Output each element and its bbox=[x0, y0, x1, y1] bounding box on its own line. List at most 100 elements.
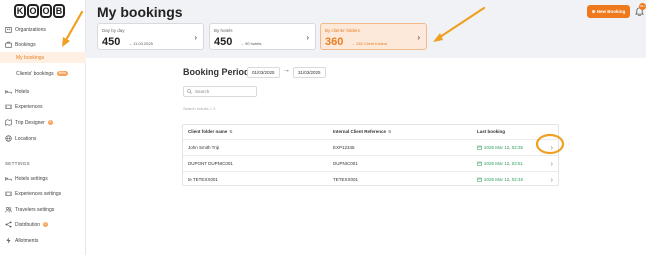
page-title: My bookings bbox=[97, 4, 183, 20]
search-icon bbox=[187, 89, 192, 94]
sidebar-item-distribution[interactable]: Distribution 0 bbox=[0, 219, 86, 230]
sidebar-item-label: Experiences bbox=[15, 103, 43, 110]
ticket-icon bbox=[5, 103, 12, 110]
arrow-right-icon: → bbox=[283, 67, 290, 74]
sidebar-item-my-bookings[interactable]: My bookings bbox=[0, 52, 86, 63]
lightning-icon bbox=[5, 237, 12, 244]
sidebar-item-experiences[interactable]: Experiences bbox=[0, 101, 86, 112]
globe-icon bbox=[5, 135, 12, 142]
card-day-by-day[interactable]: Day by day 450 → 11.03.2025 › bbox=[97, 23, 204, 50]
sort-icon: ⇅ bbox=[388, 129, 392, 134]
sidebar-item-bookings[interactable]: Bookings bbox=[0, 39, 86, 50]
search-placeholder: Search bbox=[195, 89, 210, 94]
column-header-label: Last booking bbox=[477, 129, 505, 134]
sidebar-item-locations[interactable]: Locations bbox=[0, 133, 86, 144]
sidebar-item-label: My bookings bbox=[16, 54, 45, 61]
sort-icon: ⇅ bbox=[229, 129, 233, 134]
sidebar-item-trip-designer[interactable]: Trip Designer 0 bbox=[0, 117, 86, 128]
start-date-field[interactable]: 01/03/2025 bbox=[247, 67, 280, 78]
chevron-right-icon: › bbox=[417, 33, 420, 42]
logo-letter: O bbox=[40, 4, 52, 18]
column-header-label: Internal Client Reference bbox=[333, 129, 387, 134]
column-header-last-booking: Last booking bbox=[477, 129, 505, 134]
chevron-right-icon[interactable]: › bbox=[550, 159, 553, 168]
card-by-hotels[interactable]: By hotels 450 → 90 hotels › bbox=[209, 23, 316, 50]
client-folder-name: John Smith Trip bbox=[188, 145, 220, 150]
last-booking: 2025 Mar 12, 02:35 bbox=[477, 145, 523, 150]
booking-period-title: Booking Period bbox=[183, 67, 250, 77]
column-header-label: Client folder name bbox=[188, 129, 228, 134]
card-subtext: → 90 hotels bbox=[240, 41, 262, 46]
annotation-arrowhead bbox=[433, 33, 443, 42]
sidebar: K O O B Organizations Bookings My bookin… bbox=[0, 0, 86, 255]
last-booking-date: 2025 Mar 12, 02:51 bbox=[484, 161, 524, 166]
sidebar-item-clients-bookings[interactable]: Clients' bookings Bêta bbox=[0, 68, 86, 79]
users-icon bbox=[5, 206, 12, 213]
card-by-clients-folders[interactable]: By clients' folders 360 → 345 Client fol… bbox=[320, 23, 427, 50]
sidebar-item-label: Hotels bbox=[15, 88, 30, 95]
sidebar-item-label: Experiences settings bbox=[15, 190, 62, 197]
card-subtext: → 11.03.2025 bbox=[128, 41, 153, 46]
card-label: By hotels bbox=[214, 28, 233, 33]
chevron-right-icon[interactable]: › bbox=[550, 175, 553, 184]
card-label: By clients' folders bbox=[325, 28, 360, 33]
calendar-icon bbox=[477, 145, 482, 150]
search-input[interactable]: Search bbox=[183, 86, 257, 97]
logo-letter: B bbox=[53, 4, 65, 18]
end-date-field[interactable]: 31/03/2025 bbox=[293, 67, 326, 78]
calendar-icon bbox=[477, 177, 482, 182]
koob-logo[interactable]: K O O B bbox=[14, 4, 65, 18]
column-header-internal-ref[interactable]: Internal Client Reference ⇅ bbox=[333, 129, 391, 134]
count-badge: 0 bbox=[47, 120, 53, 125]
logo-letter: K bbox=[14, 4, 26, 18]
bookings-table: Client folder name ⇅ Internal Client Ref… bbox=[182, 124, 559, 186]
card-value: 450 bbox=[214, 36, 233, 48]
last-booking-date: 2025 Mar 12, 02:35 bbox=[484, 145, 524, 150]
table-row[interactable]: John Smith Trip EXP12345 2025 Mar 12, 02… bbox=[183, 139, 558, 155]
share-icon bbox=[5, 221, 12, 228]
map-icon bbox=[5, 119, 12, 126]
card-label: Day by day bbox=[102, 28, 125, 33]
sidebar-item-organizations[interactable]: Organizations bbox=[0, 24, 86, 35]
last-booking: 2025 Mar 12, 02:46 bbox=[477, 177, 523, 182]
calendar-icon bbox=[477, 161, 482, 166]
sidebar-item-label: Organizations bbox=[15, 26, 46, 33]
bed-icon bbox=[5, 88, 12, 95]
sidebar-item-label: Travelers settings bbox=[15, 206, 55, 213]
internal-ref: EXP12345 bbox=[333, 145, 355, 150]
sidebar-item-label: Hotels settings bbox=[15, 175, 48, 182]
card-subtext: → 345 Client folders bbox=[351, 41, 388, 46]
chevron-right-icon[interactable]: › bbox=[550, 143, 553, 152]
chevron-right-icon: › bbox=[194, 33, 197, 42]
sidebar-item-label: Locations bbox=[15, 135, 37, 142]
beta-badge: Bêta bbox=[56, 71, 68, 76]
sidebar-item-allotments[interactable]: Allotments bbox=[0, 235, 86, 246]
notification-badge: 99+ bbox=[639, 3, 646, 10]
sidebar-item-label: Allotments bbox=[15, 237, 39, 244]
client-folder-name: te TETEXX001 bbox=[188, 177, 218, 182]
briefcase-icon bbox=[5, 41, 12, 48]
card-value: 360 bbox=[325, 36, 344, 48]
sidebar-item-hotels-settings[interactable]: Hotels settings bbox=[0, 173, 86, 184]
chevron-right-icon: › bbox=[306, 33, 309, 42]
table-row[interactable]: te TETEXX001 TETEXX001 2025 Mar 12, 02:4… bbox=[183, 171, 558, 187]
column-header-client-folder[interactable]: Client folder name ⇅ bbox=[188, 129, 233, 134]
sidebar-item-label: Bookings bbox=[15, 41, 36, 48]
new-booking-button[interactable]: ⊕ New Booking bbox=[587, 5, 630, 18]
logo-letter: O bbox=[27, 4, 39, 18]
table-row[interactable]: DUPONT DUPNIC001 DUPNIC001 2025 Mar 12, … bbox=[183, 155, 558, 171]
sidebar-item-hotels[interactable]: Hotels bbox=[0, 86, 86, 97]
sidebar-item-label: Distribution bbox=[15, 221, 41, 228]
settings-heading: SETTINGS bbox=[5, 161, 30, 166]
ticket-icon bbox=[5, 190, 12, 197]
last-booking: 2025 Mar 12, 02:51 bbox=[477, 161, 523, 166]
sidebar-item-travelers-settings[interactable]: Travelers settings bbox=[0, 204, 86, 215]
internal-ref: DUPNIC001 bbox=[333, 161, 358, 166]
internal-ref: TETEXX001 bbox=[333, 177, 359, 182]
bed-icon bbox=[5, 175, 12, 182]
sidebar-item-label: Trip Designer bbox=[15, 119, 45, 126]
sidebar-item-experiences-settings[interactable]: Experiences settings bbox=[0, 188, 86, 199]
client-folder-name: DUPONT DUPNIC001 bbox=[188, 161, 233, 166]
card-value: 450 bbox=[102, 36, 121, 48]
count-badge: 0 bbox=[43, 222, 49, 227]
